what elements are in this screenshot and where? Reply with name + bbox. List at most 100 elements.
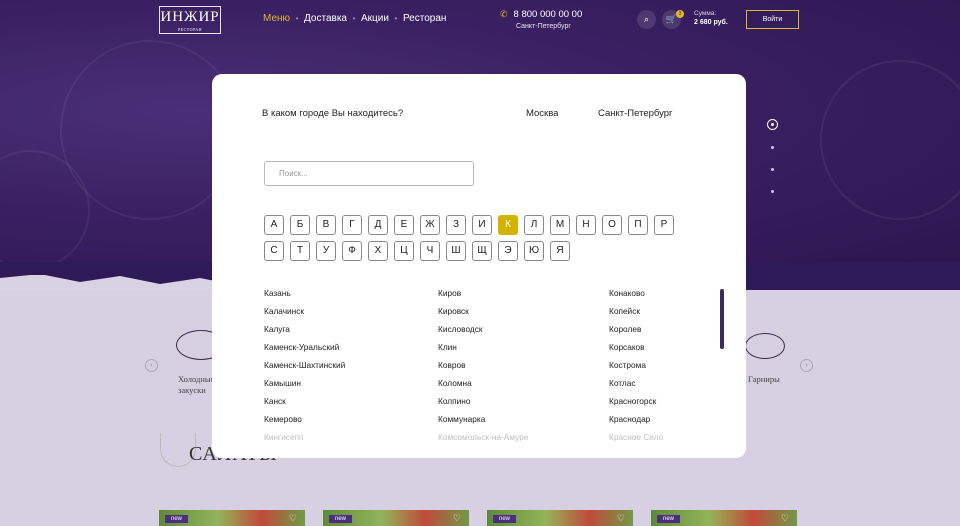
- city-item[interactable]: Краснодар: [609, 413, 769, 431]
- letter-button[interactable]: Ж: [420, 215, 440, 235]
- city-list-scrollbar[interactable]: [720, 289, 724, 349]
- letter-button[interactable]: Ф: [342, 241, 362, 261]
- nav-separator: •: [352, 14, 356, 23]
- nav-separator: •: [295, 14, 299, 23]
- nav-item-restaurant[interactable]: Ресторан: [403, 13, 446, 25]
- letter-button[interactable]: И: [472, 215, 492, 235]
- product-card[interactable]: new ♡: [323, 510, 469, 526]
- letter-button[interactable]: Ю: [524, 241, 544, 261]
- cart-sum-label: Сумма:: [694, 10, 717, 17]
- city-item[interactable]: Каменск-Уральский: [264, 341, 424, 359]
- letter-button[interactable]: Е: [394, 215, 414, 235]
- heart-icon[interactable]: ♡: [617, 513, 625, 524]
- city-item[interactable]: Кисловодск: [438, 323, 598, 341]
- city-item[interactable]: Коммунарка: [438, 413, 598, 431]
- search-icon[interactable]: ⌕: [637, 10, 656, 29]
- heart-icon[interactable]: ♡: [289, 513, 297, 524]
- phone-number[interactable]: ✆ 8 800 000 00 00: [500, 9, 582, 20]
- logo[interactable]: ИНЖИР РЕСТОРАН: [159, 6, 221, 34]
- new-badge: new: [165, 515, 189, 523]
- city-item[interactable]: Колпино: [438, 395, 598, 413]
- city-item[interactable]: Королев: [609, 323, 769, 341]
- city-item[interactable]: Клин: [438, 341, 598, 359]
- letter-button[interactable]: А: [264, 215, 284, 235]
- city-column: Конаково Копейск Королев Корсаков Кострома Ко…: [609, 287, 769, 449]
- chevron-right-icon[interactable]: ›: [800, 359, 813, 372]
- city-item[interactable]: Красное Село: [609, 431, 769, 449]
- new-badge: new: [329, 515, 353, 523]
- letter-button[interactable]: З: [446, 215, 466, 235]
- city-item[interactable]: Котлас: [609, 377, 769, 395]
- quick-city-moscow[interactable]: Москва: [526, 108, 558, 119]
- quick-city-spb[interactable]: Санкт-Петербург: [598, 108, 673, 119]
- nav-item-delivery[interactable]: Доставка: [304, 13, 347, 25]
- letter-button[interactable]: В: [316, 215, 336, 235]
- letter-button[interactable]: Д: [368, 215, 388, 235]
- new-badge: new: [657, 515, 681, 523]
- letter-button[interactable]: Б: [290, 215, 310, 235]
- city-item[interactable]: Красногорск: [609, 395, 769, 413]
- city-item[interactable]: Кировск: [438, 305, 598, 323]
- letter-button[interactable]: Г: [342, 215, 362, 235]
- new-badge: new: [493, 515, 517, 523]
- heart-icon[interactable]: ♡: [453, 513, 461, 524]
- slider-dot[interactable]: [771, 190, 774, 193]
- letter-button[interactable]: Ц: [394, 241, 414, 261]
- city-item[interactable]: Коломна: [438, 377, 598, 395]
- product-card[interactable]: new ♡: [159, 510, 305, 526]
- letter-button[interactable]: У: [316, 241, 336, 261]
- city-item[interactable]: Корсаков: [609, 341, 769, 359]
- letter-button[interactable]: Н: [576, 215, 596, 235]
- city-column: Киров Кировск Кисловодск Клин Ковров Коломна К…: [438, 287, 598, 449]
- letter-button[interactable]: С: [264, 241, 284, 261]
- city-column: Казань Калачинск Калуга Каменск-Уральский Ка…: [264, 287, 424, 449]
- nav-item-promotions[interactable]: Акции: [361, 13, 389, 25]
- city-item[interactable]: Ковров: [438, 359, 598, 377]
- city-item[interactable]: Копейск: [609, 305, 769, 323]
- letter-button[interactable]: Р: [654, 215, 674, 235]
- letter-button[interactable]: Я: [550, 241, 570, 261]
- letter-button[interactable]: Т: [290, 241, 310, 261]
- login-button[interactable]: Войти: [746, 10, 799, 29]
- product-card[interactable]: new ♡: [487, 510, 633, 526]
- city-item[interactable]: Кингисепп: [264, 431, 424, 449]
- logo-text: ИНЖИР: [160, 9, 220, 25]
- city-item[interactable]: Калуга: [264, 323, 424, 341]
- product-card[interactable]: new ♡: [651, 510, 797, 526]
- nav-separator: •: [394, 14, 398, 23]
- letter-button[interactable]: Х: [368, 241, 388, 261]
- letter-button[interactable]: К: [498, 215, 518, 235]
- slider-dot-active[interactable]: [767, 119, 778, 130]
- city-item[interactable]: Казань: [264, 287, 424, 305]
- nav-item-menu[interactable]: Меню: [263, 13, 290, 25]
- cart-sum-value: 2 680 руб.: [694, 19, 728, 26]
- city-item[interactable]: Конаково: [609, 287, 769, 305]
- main-nav: Меню • Доставка • Акции • Ресторан: [263, 13, 446, 25]
- chevron-left-icon[interactable]: ‹: [145, 359, 158, 372]
- slider-dot[interactable]: [771, 146, 774, 149]
- city-item[interactable]: Канск: [264, 395, 424, 413]
- city-item[interactable]: Каменск-Шахтинский: [264, 359, 424, 377]
- letter-button[interactable]: Э: [498, 241, 518, 261]
- city-item[interactable]: Кострома: [609, 359, 769, 377]
- city-item[interactable]: Кемерово: [264, 413, 424, 431]
- city-item[interactable]: Камышин: [264, 377, 424, 395]
- city-item[interactable]: Комсомольск-на-Амуре: [438, 431, 598, 449]
- letter-button[interactable]: Ч: [420, 241, 440, 261]
- city-search-input[interactable]: [264, 161, 474, 186]
- current-city[interactable]: Санкт-Петербург: [516, 23, 571, 30]
- slider-dot[interactable]: [771, 168, 774, 171]
- phone-text: 8 800 000 00 00: [513, 9, 583, 20]
- heart-icon[interactable]: ♡: [781, 513, 789, 524]
- letter-button[interactable]: М: [550, 215, 570, 235]
- city-item[interactable]: Киров: [438, 287, 598, 305]
- cart-badge: 3: [676, 10, 684, 18]
- letter-button[interactable]: Ш: [446, 241, 466, 261]
- city-item[interactable]: Калачинск: [264, 305, 424, 323]
- letter-button[interactable]: Щ: [472, 241, 492, 261]
- city-select-modal: В каком городе Вы находитесь? Москва Сан…: [212, 74, 746, 458]
- letter-button[interactable]: Л: [524, 215, 544, 235]
- logo-subtext: РЕСТОРАН: [177, 27, 203, 32]
- letter-button[interactable]: П: [628, 215, 648, 235]
- letter-button[interactable]: О: [602, 215, 622, 235]
